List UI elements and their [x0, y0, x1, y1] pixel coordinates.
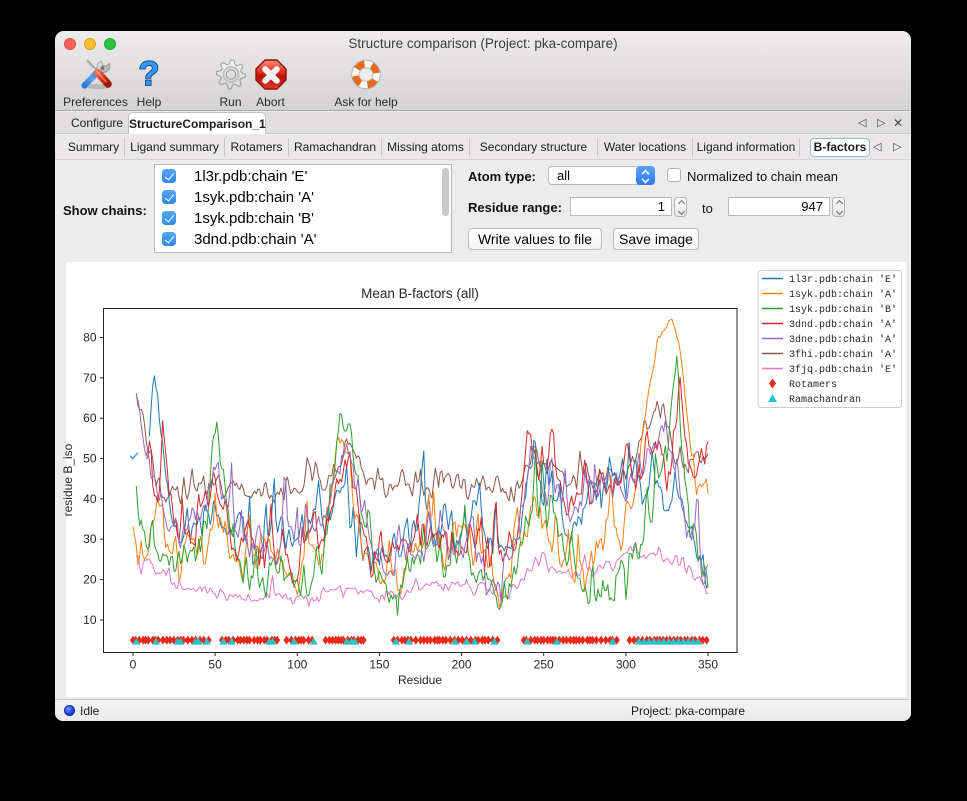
- svg-text:250: 250: [534, 658, 554, 672]
- svg-text:100: 100: [287, 658, 307, 672]
- svg-text:10: 10: [83, 613, 97, 627]
- svg-text:Ramachandran: Ramachandran: [789, 394, 861, 406]
- svg-text:350: 350: [698, 658, 718, 672]
- svg-text:1syk.pdb:chain 'A': 1syk.pdb:chain 'A': [789, 289, 897, 301]
- svg-text:1syk.pdb:chain 'B': 1syk.pdb:chain 'B': [789, 304, 897, 316]
- svg-text:3dnd.pdb:chain 'A': 3dnd.pdb:chain 'A': [789, 319, 897, 331]
- svg-text:200: 200: [452, 658, 472, 672]
- svg-text:80: 80: [83, 331, 97, 345]
- svg-text:residue B_iso: residue B_iso: [61, 443, 75, 516]
- svg-text:60: 60: [83, 411, 97, 425]
- svg-text:3fjq.pdb:chain 'E': 3fjq.pdb:chain 'E': [789, 364, 897, 376]
- svg-text:20: 20: [83, 573, 97, 587]
- svg-text:50: 50: [208, 658, 222, 672]
- svg-text:Rotamers: Rotamers: [789, 380, 837, 391]
- svg-text:70: 70: [83, 371, 97, 385]
- svg-text:1l3r.pdb:chain 'E': 1l3r.pdb:chain 'E': [789, 274, 897, 286]
- svg-text:150: 150: [369, 658, 389, 672]
- svg-text:3fhi.pdb:chain 'A': 3fhi.pdb:chain 'A': [789, 349, 897, 361]
- svg-text:30: 30: [83, 532, 97, 546]
- svg-text:0: 0: [130, 658, 137, 672]
- svg-text:300: 300: [616, 658, 636, 672]
- svg-text:40: 40: [83, 492, 97, 506]
- svg-text:3dne.pdb:chain 'A': 3dne.pdb:chain 'A': [789, 334, 897, 346]
- svg-text:50: 50: [83, 452, 97, 466]
- svg-text:Mean B-factors (all): Mean B-factors (all): [361, 286, 479, 301]
- svg-text:Residue: Residue: [398, 673, 442, 687]
